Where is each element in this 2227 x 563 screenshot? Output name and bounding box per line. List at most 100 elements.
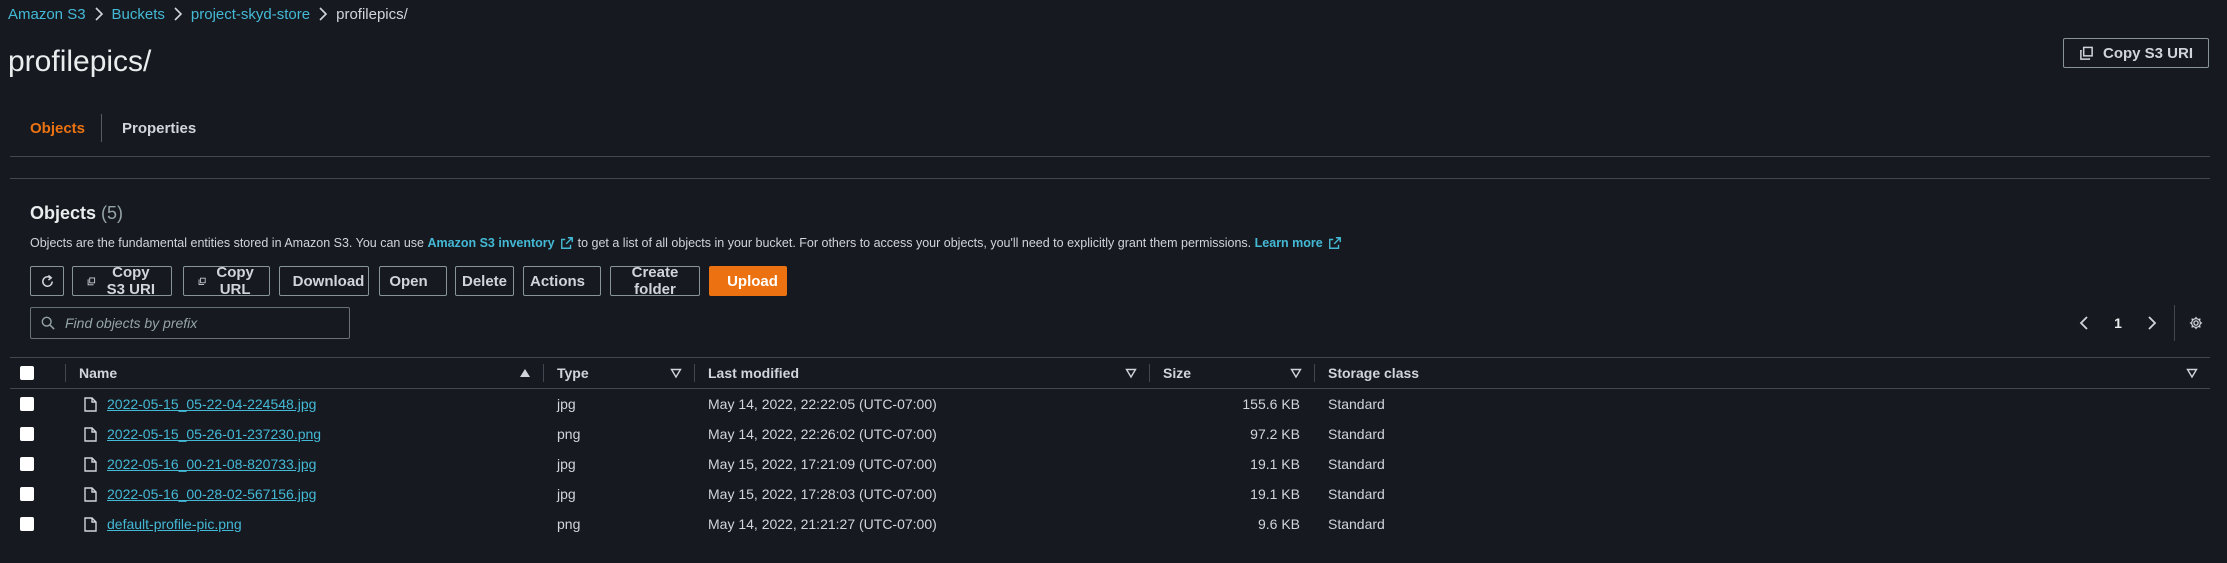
search-input[interactable] [63, 314, 347, 332]
object-name-link[interactable]: 2022-05-16_00-28-02-567156.jpg [107, 486, 316, 502]
row-checkbox[interactable] [20, 427, 34, 441]
object-size: 9.6 KB [1257, 516, 1300, 532]
objects-count: (5) [101, 203, 124, 223]
object-storage-class: Standard [1328, 456, 1385, 472]
table-row[interactable]: 2022-05-15_05-26-01-237230.png png May 1… [10, 419, 2210, 449]
copy-url-button[interactable]: Copy URL [183, 264, 270, 298]
create-folder-button[interactable]: Create folder [610, 264, 700, 298]
file-icon [84, 486, 97, 502]
actions-dropdown[interactable]: Actions [523, 266, 601, 296]
object-name-link[interactable]: 2022-05-15_05-22-04-224548.jpg [107, 396, 316, 412]
object-name-link[interactable]: default-profile-pic.png [107, 516, 242, 532]
object-storage-class: Standard [1328, 486, 1385, 502]
breadcrumb-current-folder: profilepics/ [336, 5, 408, 23]
tab-divider [101, 114, 102, 142]
table-row[interactable]: 2022-05-16_00-21-08-820733.jpg jpg May 1… [10, 449, 2210, 479]
open-label: Open [389, 272, 428, 290]
file-icon [84, 396, 97, 412]
sort-down-icon [1290, 368, 1302, 379]
breadcrumb-bucket[interactable]: project-skyd-store [191, 6, 310, 23]
column-header-last-modified-label: Last modified [708, 365, 800, 381]
learn-more-label: Learn more [1254, 236, 1323, 250]
file-icon [84, 426, 97, 442]
chevron-right-icon [2148, 316, 2157, 330]
search-icon [41, 316, 55, 330]
table-header-row: Name Type Last modified Size Storage cla… [10, 357, 2210, 389]
table-row[interactable]: 2022-05-15_05-22-04-224548.jpg jpg May 1… [10, 389, 2210, 420]
s3-inventory-link-label: Amazon S3 inventory [427, 236, 555, 250]
sort-down-icon [2186, 368, 2198, 379]
object-type: jpg [557, 456, 576, 472]
object-last-modified: May 15, 2022, 17:28:03 (UTC-07:00) [708, 486, 937, 502]
column-header-last-modified[interactable]: Last modified [694, 358, 1149, 389]
actions-label: Actions [530, 272, 586, 290]
row-checkbox[interactable] [20, 457, 34, 471]
object-type: png [557, 516, 581, 532]
chevron-right-icon [86, 7, 112, 21]
objects-table: Name Type Last modified Size Storage cla… [10, 357, 2210, 539]
table-settings-button[interactable] [2184, 311, 2208, 335]
row-checkbox[interactable] [20, 517, 34, 531]
gear-icon [2189, 316, 2203, 330]
copy-icon [87, 277, 96, 285]
objects-description: Objects are the fundamental entities sto… [30, 236, 1346, 250]
breadcrumb: Amazon S3 Buckets project-skyd-store pro… [8, 4, 408, 24]
tab-objects[interactable]: Objects [30, 106, 85, 150]
column-header-size[interactable]: Size [1149, 358, 1314, 389]
previous-page-button[interactable] [2072, 311, 2096, 335]
column-header-name[interactable]: Name [65, 358, 543, 389]
external-link-icon [560, 237, 573, 249]
breadcrumb-buckets[interactable]: Buckets [112, 6, 165, 23]
upload-button[interactable]: Upload [709, 266, 787, 296]
page-title: profilepics/ [8, 45, 152, 78]
file-icon [84, 456, 97, 472]
row-checkbox[interactable] [20, 487, 34, 501]
column-divider [65, 364, 66, 382]
objects-description-post: to get a list of all objects in your buc… [577, 236, 1252, 250]
object-size: 19.1 KB [1250, 456, 1300, 472]
select-all-checkbox[interactable] [20, 366, 34, 380]
column-header-type[interactable]: Type [543, 358, 694, 389]
delete-button[interactable]: Delete [455, 266, 514, 296]
refresh-icon [41, 274, 53, 287]
open-button[interactable]: Open [379, 266, 447, 296]
object-name-link[interactable]: 2022-05-16_00-21-08-820733.jpg [107, 456, 316, 472]
object-type: png [557, 426, 581, 442]
objects-title: Objects [30, 203, 97, 223]
external-link-icon [1328, 237, 1341, 249]
table-row[interactable]: default-profile-pic.png png May 14, 2022… [10, 509, 2210, 539]
object-storage-class: Standard [1328, 396, 1385, 412]
column-divider [543, 364, 544, 382]
download-label: Download [292, 272, 365, 290]
sort-down-icon [1125, 368, 1137, 379]
column-divider [1149, 364, 1150, 382]
tab-properties[interactable]: Properties [122, 106, 196, 150]
object-storage-class: Standard [1328, 426, 1385, 442]
object-size: 19.1 KB [1250, 486, 1300, 502]
download-button[interactable]: Download [279, 266, 369, 296]
s3-inventory-link[interactable]: Amazon S3 inventory [428, 236, 578, 250]
table-row[interactable]: 2022-05-16_00-28-02-567156.jpg jpg May 1… [10, 479, 2210, 509]
copy-s3-uri-header-button[interactable]: Copy S3 URI [2063, 38, 2209, 68]
row-checkbox[interactable] [20, 397, 34, 411]
create-folder-label: Create folder [631, 264, 679, 298]
current-page-number[interactable]: 1 [2106, 311, 2130, 335]
copy-url-label: Copy URL [216, 264, 254, 298]
learn-more-link[interactable]: Learn more [1255, 236, 1346, 250]
tab-bar: Objects Properties [10, 106, 2210, 157]
breadcrumb-amazon-s3[interactable]: Amazon S3 [8, 6, 86, 23]
copy-s3-uri-button[interactable]: Copy S3 URI [72, 264, 172, 298]
object-type: jpg [557, 486, 576, 502]
object-name-link[interactable]: 2022-05-15_05-26-01-237230.png [107, 426, 321, 442]
next-page-button[interactable] [2140, 311, 2164, 335]
column-header-storage-class[interactable]: Storage class [1314, 358, 2210, 389]
column-header-name-label: Name [79, 365, 118, 381]
refresh-button[interactable] [30, 266, 64, 296]
object-size: 155.6 KB [1242, 396, 1300, 412]
select-all-header [10, 358, 65, 389]
column-header-size-label: Size [1163, 365, 1192, 381]
file-icon [84, 516, 97, 532]
chevron-left-icon [2079, 316, 2088, 330]
column-header-type-label: Type [557, 365, 589, 381]
objects-panel: Objects (5) Objects are the fundamental … [10, 178, 2210, 563]
